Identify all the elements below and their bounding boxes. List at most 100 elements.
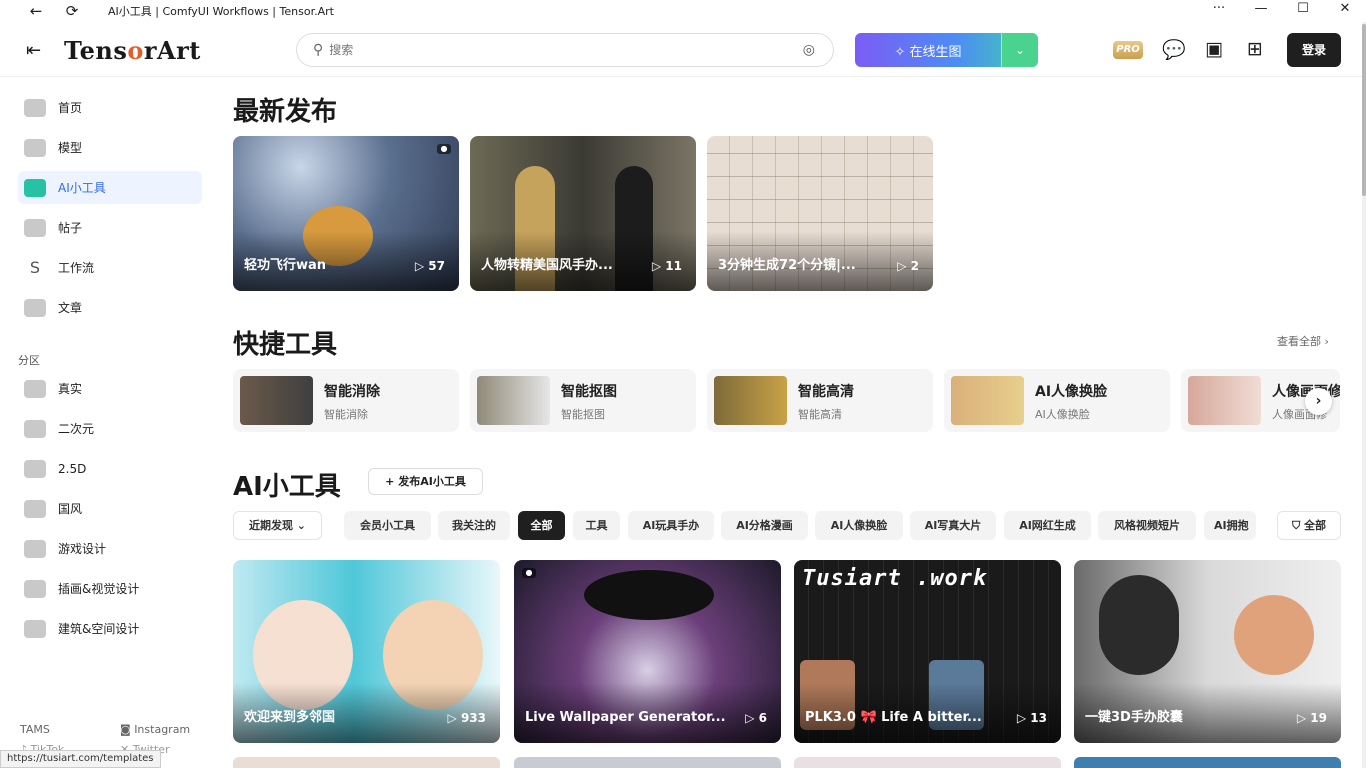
ai-tool-card[interactable]: Tusiart .work PLK3.0 🎀 Life A bitter... …: [794, 560, 1061, 743]
quick-tool-card[interactable]: AI人像换脸 AI人像换脸: [944, 369, 1170, 432]
quick-tools-heading: 快捷工具: [233, 330, 338, 360]
tool-subtitle: 智能抠图: [561, 408, 605, 421]
search-input[interactable]: [329, 43, 803, 57]
filter-chip[interactable]: AI写真大片: [910, 511, 996, 540]
camera-icon: [24, 379, 46, 398]
tool-name: 智能消除: [324, 384, 380, 400]
building-icon: [24, 619, 46, 638]
scrollbar-thumb[interactable]: [1362, 24, 1366, 196]
search-bar: ⚲ ◎: [296, 33, 834, 67]
sort-dropdown[interactable]: 近期发现 ⌄: [233, 511, 322, 540]
site-header: ⇤ TensorArt ⚲ ◎ ✧ 在线生图 ⌄ PRO 💬 ▣ ⊞ 登录: [0, 22, 1362, 77]
filter-chip-active[interactable]: 全部: [518, 511, 565, 540]
quick-tool-card[interactable]: 智能抠图 智能抠图: [470, 369, 696, 432]
page-scrollbar[interactable]: [1362, 22, 1366, 768]
video-icon: ●: [522, 568, 536, 578]
next-row-card-peek: [794, 757, 1061, 768]
search-icon: ⚲: [313, 42, 324, 58]
filter-chip[interactable]: 会员小工具: [344, 511, 431, 540]
sidebar-zone-game-design[interactable]: 游戏设计: [18, 532, 202, 565]
tool-name: AI人像换脸: [1035, 384, 1108, 400]
filter-all-button[interactable]: ⛉ 全部: [1277, 511, 1341, 540]
sidebar-zone-guofeng[interactable]: 国风: [18, 492, 202, 525]
tensorart-logo[interactable]: TensorArt: [64, 36, 201, 65]
pro-badge[interactable]: PRO: [1113, 41, 1143, 59]
window-title: AI小工具 | ComfyUI Workflows | Tensor.Art: [108, 5, 334, 18]
instagram-icon: ◙: [120, 723, 131, 736]
login-button[interactable]: 登录: [1287, 33, 1341, 67]
minimize-icon[interactable]: —: [1240, 0, 1282, 22]
window-titlebar: ← ⟳ AI小工具 | ComfyUI Workflows | Tensor.A…: [0, 0, 1366, 22]
filter-chip[interactable]: 我关注的: [438, 511, 510, 540]
tool-subtitle: AI人像换脸: [1035, 408, 1090, 421]
sidebar: 首页 模型 AI小工具 帖子 S 工作流 文章 分区 真实 二次元 2.5D 国风…: [0, 77, 214, 768]
sidebar-zone-architecture[interactable]: 建筑&空间设计: [18, 612, 202, 645]
quick-tool-card[interactable]: 智能高清 智能高清: [707, 369, 933, 432]
sidebar-zone-illustration[interactable]: 插画&视觉设计: [18, 572, 202, 605]
card-thumbnail: [584, 570, 714, 620]
palette-icon: [24, 499, 46, 518]
sidebar-zone-realistic[interactable]: 真实: [18, 372, 202, 405]
sidebar-zone-25d[interactable]: 2.5D: [18, 452, 202, 485]
latest-card[interactable]: ● 轻功飞行wan ▷ 57: [233, 136, 459, 291]
publish-ai-tool-button[interactable]: + 发布AI小工具: [368, 468, 483, 495]
footer-link-instagram[interactable]: ◙ Instagram: [120, 723, 190, 736]
window-controls: ··· — ☐ ✕: [1198, 0, 1366, 22]
tool-thumbnail: [951, 376, 1024, 425]
generate-dropdown-icon[interactable]: ⌄: [1001, 33, 1038, 67]
sidebar-item-articles[interactable]: 文章: [18, 291, 202, 324]
tool-thumbnail: [477, 376, 550, 425]
footer-link-tams[interactable]: TAMS: [20, 723, 50, 736]
sidebar-item-workflows[interactable]: S 工作流: [18, 251, 202, 284]
ai-tool-card[interactable]: 一键3D手办胶囊 ▷ 19: [1074, 560, 1341, 743]
ai-tool-card[interactable]: 欢迎来到多邻国 ▷ 933: [233, 560, 500, 743]
card-run-count: ▷ 19: [1296, 711, 1327, 725]
camera-search-icon[interactable]: ◎: [803, 42, 815, 58]
filter-chip[interactable]: AI人像换脸: [815, 511, 903, 540]
calendar-icon[interactable]: ▣: [1205, 38, 1223, 60]
filter-chip[interactable]: AI玩具手办: [628, 511, 714, 540]
maximize-icon[interactable]: ☐: [1282, 0, 1324, 22]
quick-tool-card[interactable]: 智能消除 智能消除: [233, 369, 459, 432]
filter-chip[interactable]: 风格视频短片: [1098, 511, 1196, 540]
card-run-count: ▷ 933: [447, 711, 486, 725]
ai-tools-icon: [24, 178, 46, 197]
card-title: PLK3.0 🎀 Life A bitter...: [805, 710, 982, 725]
card-title: 3分钟生成72个分镜|...: [718, 258, 856, 273]
ai-tool-card[interactable]: ● Live Wallpaper Generator... ▷ 6: [514, 560, 781, 743]
back-icon[interactable]: ←: [20, 2, 52, 20]
sidebar-item-models[interactable]: 模型: [18, 131, 202, 164]
latest-card[interactable]: 3分钟生成72个分镜|... ▷ 2: [707, 136, 933, 291]
sparkle-icon: ✧: [894, 44, 906, 60]
filter-chip[interactable]: AI分格漫画: [721, 511, 808, 540]
menu-collapse-icon[interactable]: ⇤: [26, 40, 41, 61]
sidebar-item-home[interactable]: 首页: [18, 91, 202, 124]
carousel-next-icon[interactable]: ›: [1305, 388, 1332, 415]
latest-heading: 最新发布: [233, 97, 338, 127]
sidebar-zone-anime[interactable]: 二次元: [18, 412, 202, 445]
generate-label: 在线生图: [909, 44, 962, 60]
filter-chip[interactable]: AI网红生成: [1004, 511, 1091, 540]
article-icon: [24, 298, 46, 317]
tool-thumbnail: [714, 376, 787, 425]
tool-thumbnail: [1188, 376, 1261, 425]
tusiart-watermark: Tusiart .work: [802, 566, 988, 591]
online-generate-button[interactable]: ✧ 在线生图 ⌄: [855, 33, 1038, 67]
apps-grid-icon[interactable]: ⊞: [1247, 38, 1263, 60]
close-icon[interactable]: ✕: [1324, 0, 1366, 22]
chat-icon[interactable]: 💬: [1162, 38, 1186, 61]
card-run-count: ▷ 2: [897, 259, 919, 273]
next-row-card-peek: [233, 757, 500, 768]
gamepad-icon: [24, 539, 46, 558]
reload-icon[interactable]: ⟳: [56, 2, 88, 20]
view-all-link[interactable]: 查看全部 ›: [1277, 333, 1329, 349]
home-icon: [24, 98, 46, 117]
filter-chip[interactable]: 工具: [573, 511, 620, 540]
latest-card[interactable]: 人物转精美国风手办... ▷ 11: [470, 136, 696, 291]
sidebar-item-posts[interactable]: 帖子: [18, 211, 202, 244]
sidebar-item-ai-tools[interactable]: AI小工具: [18, 171, 202, 204]
tool-subtitle: 智能高清: [798, 408, 842, 421]
more-options-icon[interactable]: ···: [1198, 0, 1240, 22]
card-title: Live Wallpaper Generator...: [525, 710, 726, 725]
filter-chip[interactable]: AI拥抱: [1204, 511, 1256, 540]
